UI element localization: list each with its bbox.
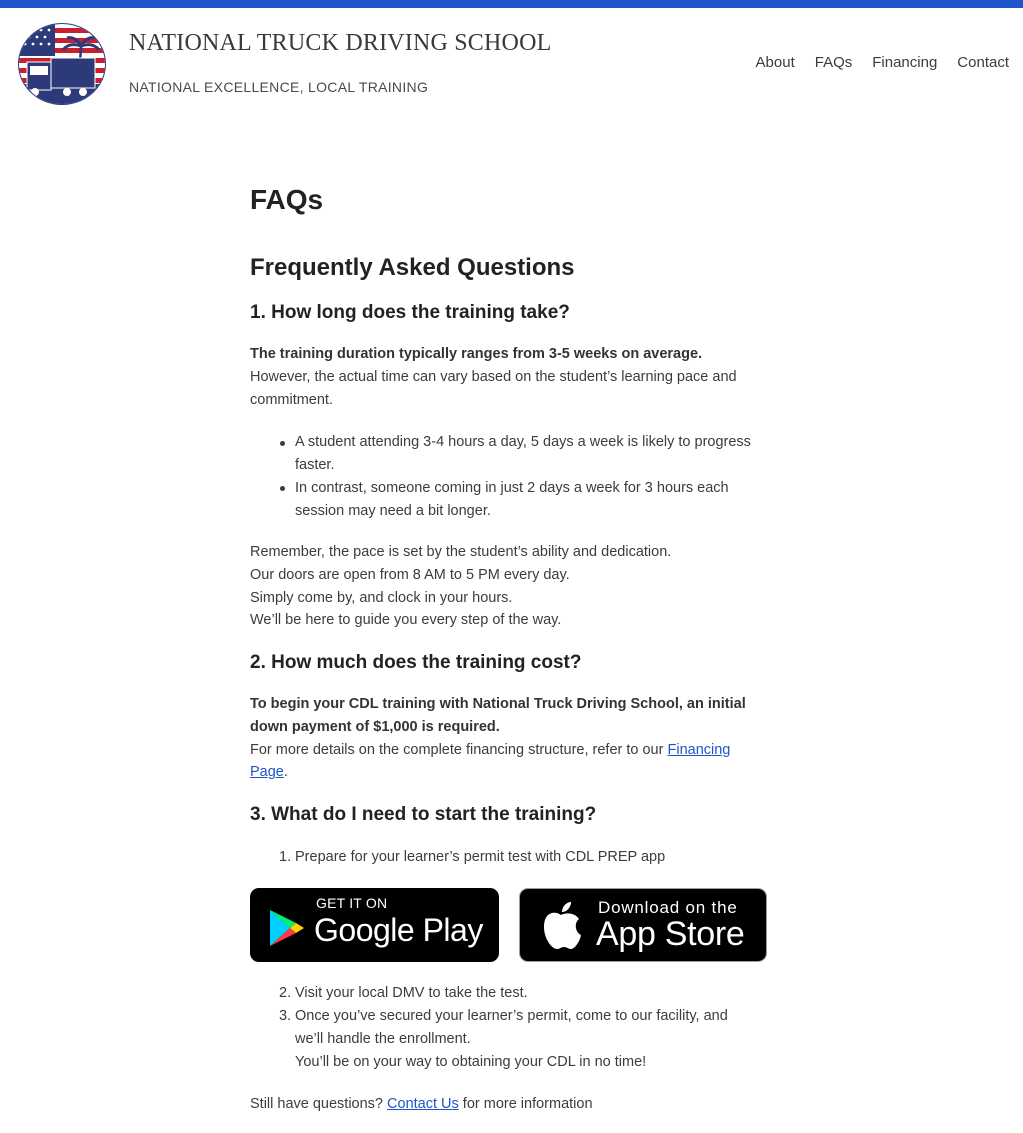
nav-faqs[interactable]: FAQs	[815, 54, 853, 71]
google-play-small-text: GET IT ON	[316, 895, 388, 911]
contact-us-link[interactable]: Contact Us	[387, 1096, 459, 1112]
site-title[interactable]: NATIONAL TRUCK DRIVING SCHOOL	[129, 30, 551, 57]
faq1-closing-4: We’ll be here to guide you every step of…	[250, 612, 562, 629]
faq1-bold: The training duration typically ranges f…	[250, 346, 703, 362]
faq2-answer: To begin your CDL training with National…	[250, 693, 770, 784]
bullet-dot	[280, 441, 285, 446]
faq3-step-2: Visit your local DMV to take the test.	[295, 985, 528, 1001]
nav-about[interactable]: About	[756, 54, 795, 71]
faq-heading: Frequently Asked Questions	[250, 254, 575, 281]
faq2-bold: To begin your CDL training with National…	[250, 696, 746, 735]
app-store-big-text: App Store	[596, 915, 745, 953]
faq3-step-3-text: Once you’ve secured your learner’s permi…	[295, 1008, 728, 1047]
site-tagline: NATIONAL EXCELLENCE, LOCAL TRAINING	[129, 79, 429, 95]
faq1-bullet-2: In contrast, someone coming in just 2 da…	[295, 480, 729, 519]
faq1-bullet-1: A student attending 3-4 hours a day, 5 d…	[295, 434, 751, 473]
top-accent-bar	[0, 0, 1023, 8]
faq3-step-3: Once you’ve secured your learner’s permi…	[295, 1005, 755, 1073]
faq2-text: For more details on the complete financi…	[250, 741, 668, 758]
step-number: 2.	[279, 985, 292, 1001]
faq1-closing-3: Simply come by, and clock in your hours.	[250, 589, 513, 606]
page-title: FAQs	[250, 184, 324, 215]
faq3-question: 3. What do I need to start the training?	[250, 804, 597, 825]
google-play-badge[interactable]: GET IT ON Google Play	[250, 888, 499, 962]
main-nav: About FAQs Financing Contact	[756, 54, 1009, 71]
footer-text: Still have questions?	[250, 1096, 388, 1112]
app-store-badge[interactable]: Download on the App Store	[519, 888, 767, 962]
faq1-text: However, the actual time can vary based …	[250, 368, 737, 408]
faq1-question: 1. How long does the training take?	[250, 302, 570, 323]
faq1-closing-1: Remember, the pace is set by the student…	[250, 544, 672, 560]
school-logo[interactable]	[17, 22, 107, 106]
nav-contact[interactable]: Contact	[957, 54, 1009, 71]
faq3-step-3-extra: You’ll be on your way to obtaining your …	[295, 1053, 647, 1070]
nav-financing[interactable]: Financing	[872, 54, 937, 71]
bullet-dot	[280, 486, 285, 491]
faq2-text-end: .	[283, 764, 288, 781]
faq2-question: 2. How much does the training cost?	[250, 652, 582, 673]
google-play-icon	[270, 910, 304, 946]
apple-icon	[544, 902, 581, 949]
footer-text-end: for more information	[458, 1096, 593, 1112]
faq1-closing: Remember, the pace is set by the student…	[250, 541, 770, 632]
faq1-answer: The training duration typically ranges f…	[250, 343, 770, 411]
step-number: 3.	[279, 1008, 292, 1024]
faq3-step-1: Prepare for your learner’s permit test w…	[295, 849, 666, 865]
step-number: 1.	[279, 849, 292, 865]
footer-note: Still have questions? Contact Us for mor…	[250, 1093, 770, 1116]
faq1-closing-2: Our doors are open from 8 AM to 5 PM eve…	[250, 566, 570, 583]
google-play-big-text: Google Play	[314, 912, 483, 948]
